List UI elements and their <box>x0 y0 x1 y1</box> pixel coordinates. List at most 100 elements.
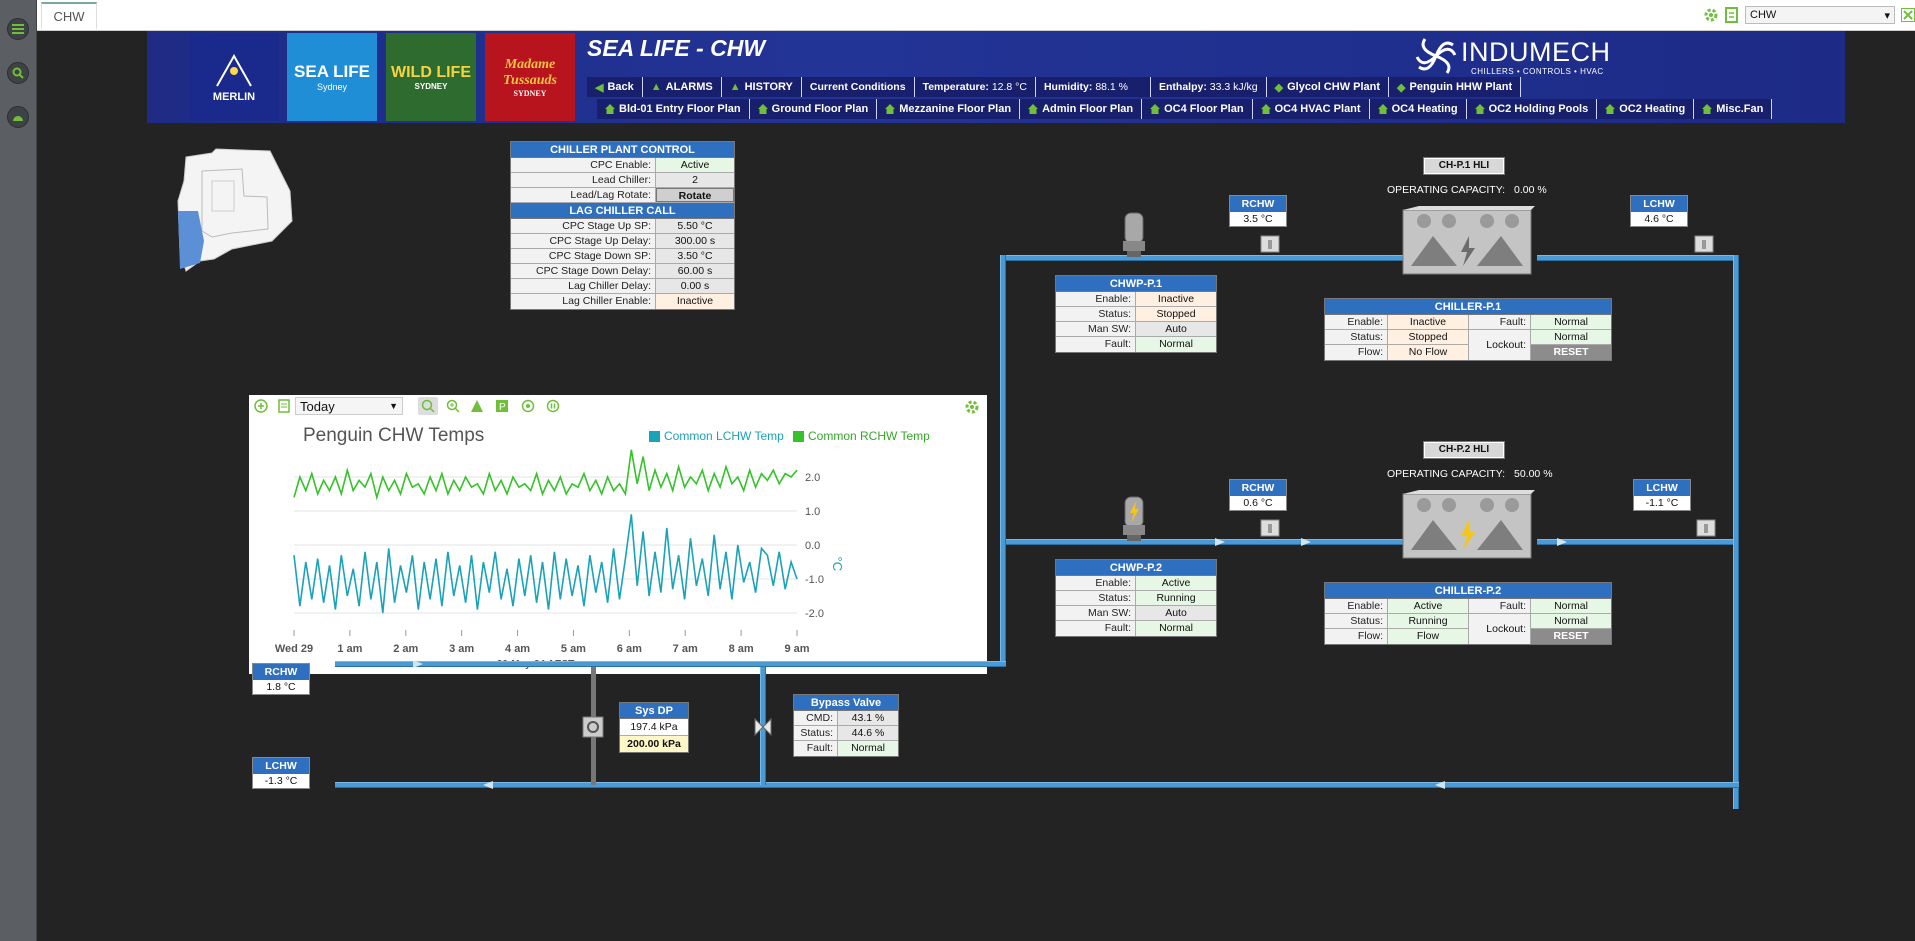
ch-p1-hli-button[interactable]: CH-P.1 HLI <box>1423 157 1505 175</box>
cpc-enable-value[interactable]: Active <box>656 158 734 172</box>
stage-up-delay-value[interactable]: 300.00 s <box>656 234 734 248</box>
document-icon[interactable] <box>1725 7 1739 23</box>
alarms-button[interactable]: ▲ ALARMS <box>642 77 722 97</box>
chiller-p1-title: CHILLER-P.1 <box>1325 299 1611 315</box>
lag-chiller-delay-value[interactable]: 0.00 s <box>656 279 734 293</box>
pump-running-icon[interactable] <box>1119 495 1149 545</box>
chwp-p1-enable[interactable]: Inactive <box>1136 292 1216 306</box>
y-tick-label: 0.0 <box>805 540 820 552</box>
stage-up-delay-label: CPC Stage Up Delay: <box>511 234 656 248</box>
chiller-p2-reset-button[interactable]: RESET <box>1531 629 1611 644</box>
cpc-enable-label: CPC Enable: <box>511 158 656 172</box>
y-tick-label: -1.0 <box>805 574 824 586</box>
chiller-p1-enable[interactable]: Inactive <box>1388 315 1468 329</box>
main-view: MERLIN SEA LIFE Sydney WILD LIFE SYDNEY Ma… <box>37 31 1915 941</box>
current-conditions-label: Current Conditions <box>801 77 915 97</box>
flow-arrow-icon <box>413 660 423 668</box>
top-toolbar: CHW ▾ <box>1703 4 1915 26</box>
search-icon[interactable] <box>7 62 29 84</box>
history-button[interactable]: ▲ HISTORY <box>721 77 802 97</box>
dashboard-icon[interactable] <box>7 106 29 128</box>
chwp-p2-man-sw[interactable]: Auto <box>1136 606 1216 620</box>
sys-dp-setpoint[interactable]: 200.00 kPa <box>620 736 688 752</box>
flow-label: Flow: <box>1325 345 1388 360</box>
fault-label: Fault: <box>794 741 838 756</box>
bypass-fault: Normal <box>838 741 898 756</box>
lchw-temp-main[interactable]: LCHW Temp -1.3 °C <box>252 757 310 789</box>
pump-icon[interactable] <box>1119 211 1149 261</box>
floor-plan-link-3[interactable]: Admin Floor Plan <box>1020 99 1143 119</box>
rchw-temp-main[interactable]: RCHW Temp 1.8 °C <box>252 663 310 695</box>
temp-sensor-icon[interactable] <box>1260 519 1280 537</box>
floor-plan-link-2[interactable]: Mezzanine Floor Plan <box>877 99 1021 119</box>
gear-icon[interactable] <box>1703 7 1719 23</box>
lead-lag-rotate-label: Lead/Lag Rotate: <box>511 188 656 202</box>
lead-chiller-value[interactable]: 2 <box>656 173 734 187</box>
enable-label: Enable: <box>1325 315 1388 329</box>
floor-plan-link-4[interactable]: OC4 Floor Plan <box>1142 99 1253 119</box>
home-icon <box>1605 104 1616 114</box>
floor-plan-thumbnail[interactable] <box>172 141 332 311</box>
chiller-p2-enable[interactable]: Active <box>1388 599 1468 613</box>
chiller-p1-unit-icon[interactable] <box>1399 206 1535 280</box>
ch-p1-op-capacity-label: OPERATING CAPACITY: <box>1387 184 1506 196</box>
floor-plan-link-7[interactable]: OC2 Holding Pools <box>1466 99 1598 119</box>
cmd-label: CMD: <box>794 711 838 725</box>
rotate-button[interactable]: Rotate <box>656 188 734 202</box>
bypass-valve-icon[interactable] <box>753 716 773 738</box>
chart-plot: 2.0 1.0 0.0 -1.0 -2.0 Wed 29 1 am 2 am 3 am 4 am 5… <box>275 449 845 670</box>
ch-p2-hli-button[interactable]: CH-P.2 HLI <box>1423 441 1505 459</box>
lchw-temp-p1[interactable]: LCHW Temp 4.6 °C <box>1630 195 1688 227</box>
back-button[interactable]: ◀ Back <box>587 77 643 97</box>
rchw-temp-p2[interactable]: RCHW Temp 0.6 °C <box>1229 479 1287 511</box>
tab-chw[interactable]: CHW <box>41 2 97 30</box>
temp-sensor-icon[interactable] <box>1260 235 1280 253</box>
stage-up-sp-value[interactable]: 5.50 °C <box>656 219 734 233</box>
glycol-chw-plant-link[interactable]: ◆ Glycol CHW Plant <box>1266 77 1390 97</box>
flow-arrow-icon <box>1435 781 1445 789</box>
status-label: Status: <box>1325 330 1388 344</box>
floor-plan-link-1[interactable]: Ground Floor Plan <box>749 99 878 119</box>
status-label: Status: <box>794 726 838 740</box>
chwp-p1-man-sw[interactable]: Auto <box>1136 322 1216 336</box>
rchw-temp-p1[interactable]: RCHW Temp 3.5 °C <box>1229 195 1287 227</box>
bypass-cmd[interactable]: 43.1 % <box>838 711 898 725</box>
dp-sensor-icon[interactable] <box>582 716 604 738</box>
enable-label: Enable: <box>1056 576 1136 590</box>
ch-p1-op-capacity-value: 0.00 % <box>1514 184 1547 196</box>
fault-label: Fault: <box>1056 337 1136 352</box>
lchw-temp-p2[interactable]: LCHW Temp -1.1 °C <box>1633 479 1691 511</box>
diamond-icon: ◆ <box>1274 81 1284 94</box>
alarm-triangle-icon: ▲ <box>650 81 662 93</box>
stage-down-sp-label: CPC Stage Down SP: <box>511 249 656 263</box>
chiller-p2-unit-icon[interactable] <box>1399 490 1535 564</box>
stage-down-delay-value[interactable]: 60.00 s <box>656 264 734 278</box>
lag-chiller-call-title: LAG CHILLER CALL <box>511 203 734 219</box>
outdoor-enthalpy: Enthalpy: 33.3 kJ/kg <box>1151 77 1267 97</box>
floor-plan-link-6[interactable]: OC4 Heating <box>1369 99 1467 119</box>
outdoor-humidity: Humidity: 88.1 % <box>1035 77 1152 97</box>
penguin-hhw-plant-link[interactable]: ◆ Penguin HHW Plant <box>1389 77 1522 97</box>
menu-icon[interactable] <box>7 18 29 40</box>
home-icon <box>1028 104 1039 114</box>
home-icon <box>1474 104 1485 114</box>
status-label: Status: <box>1325 614 1388 628</box>
view-select[interactable]: CHW ▾ <box>1745 6 1895 24</box>
close-icon[interactable] <box>1901 8 1915 22</box>
temp-sensor-icon[interactable] <box>1696 519 1716 537</box>
floor-plan-link-9[interactable]: Misc.Fan <box>1694 99 1773 119</box>
lag-chiller-enable-value[interactable]: Inactive <box>656 294 734 309</box>
chevron-down-icon: ▾ <box>1884 9 1890 22</box>
top-bar: CHW CHW ▾ <box>37 0 1915 31</box>
chwp-p2-enable[interactable]: Active <box>1136 576 1216 590</box>
lead-chiller-label: Lead Chiller: <box>511 173 656 187</box>
x-tick-label: 8 am <box>729 643 754 655</box>
status-label: Status: <box>1056 591 1136 605</box>
floor-plan-link-5[interactable]: OC4 HVAC Plant <box>1252 99 1370 119</box>
floor-plan-link-8[interactable]: OC2 Heating <box>1597 99 1695 119</box>
temp-sensor-icon[interactable] <box>1694 235 1714 253</box>
page-title: SEA LIFE - CHW <box>587 35 766 61</box>
floor-plan-link-0[interactable]: Bld-01 Entry Floor Plan <box>597 99 750 119</box>
chiller-p1-reset-button[interactable]: RESET <box>1531 345 1611 360</box>
stage-down-sp-value[interactable]: 3.50 °C <box>656 249 734 263</box>
